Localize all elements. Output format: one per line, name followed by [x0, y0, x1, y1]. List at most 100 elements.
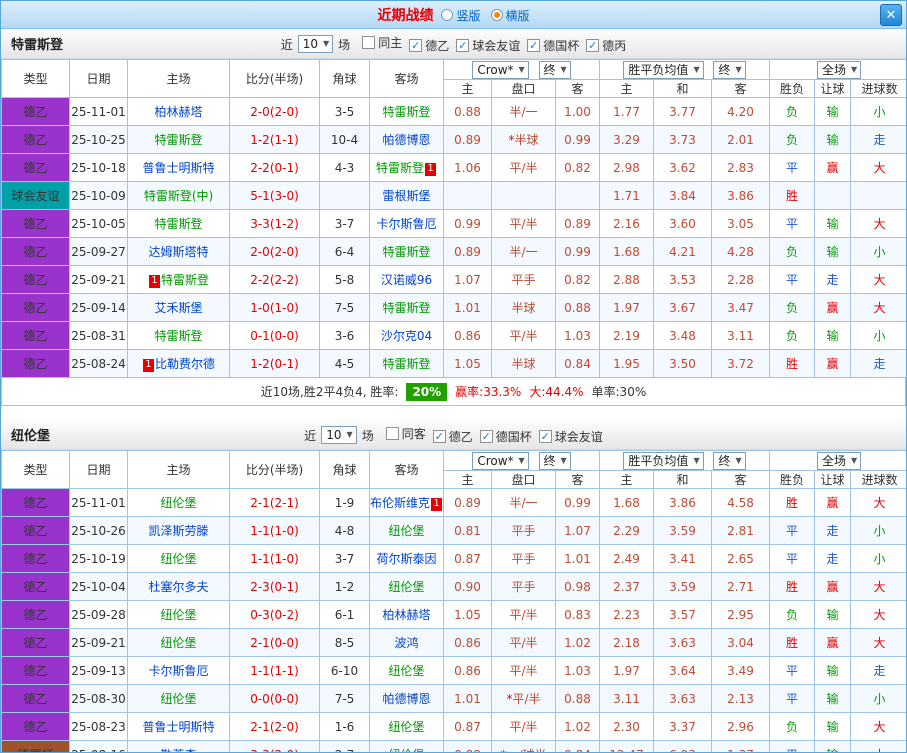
away-team-name[interactable]: 沙尔克04 [381, 329, 432, 343]
avg-odds-select[interactable]: 胜平负均值 ▼ [623, 451, 704, 470]
avg-home-cell: 2.19 [599, 321, 654, 350]
away-team-name[interactable]: 纽伦堡 [388, 720, 424, 734]
away-team-name[interactable]: 帕德博恩 [382, 692, 430, 706]
away-team-name[interactable]: 纽伦堡 [388, 524, 424, 538]
filter-checkbox[interactable]: ✓ 球会友谊 [538, 428, 603, 445]
score-cell: 2-2(2-2) [229, 265, 320, 294]
home-team-name[interactable]: 特雷斯登 [154, 133, 202, 147]
match-row: 德乙 25-09-14 艾禾斯堡 1-0(1-0) 7-5 特雷斯登 1.01 半球 0.88 1… [1, 293, 906, 322]
away-team-name[interactable]: 纽伦堡 [388, 580, 424, 594]
filter-checkbox[interactable]: ✓ 德丙 [586, 37, 626, 54]
home-team-name[interactable]: 纽伦堡 [160, 608, 196, 622]
window-title: 近期战绩 [377, 8, 434, 24]
final-odds-select[interactable]: 终 ▼ [713, 451, 746, 470]
home-team-name[interactable]: 普鲁士明斯特 [142, 161, 214, 175]
layout-radio[interactable]: 横版 [490, 7, 530, 24]
match-count-select[interactable]: 10 ▼ [297, 35, 334, 53]
avg-away-cell: 2.95 [710, 600, 771, 629]
close-button[interactable]: ✕ [880, 4, 902, 26]
layout-radio[interactable]: 竖版 [441, 7, 481, 24]
odds-home-cell: 0.89 [443, 488, 492, 517]
home-team-name[interactable]: 柏林赫塔 [154, 105, 202, 119]
avg-away-cell: 2.28 [710, 265, 771, 294]
filter-checkbox[interactable]: ✓ 德乙 [432, 428, 473, 445]
result-handicap-cell: 赢 [814, 349, 852, 378]
full-match-select[interactable]: 全场 ▼ [816, 451, 862, 470]
home-team-name[interactable]: 艾禾斯堡 [154, 301, 202, 315]
home-team-cell: 纽伦堡 [127, 488, 230, 517]
match-count-select[interactable]: 10 ▼ [321, 426, 357, 444]
home-team-name[interactable]: 纽伦堡 [160, 496, 196, 510]
away-team-name[interactable]: 卡尔斯鲁厄 [376, 217, 436, 231]
home-team-name[interactable]: 杜塞尔多夫 [148, 580, 208, 594]
result-outcome-cell: 负 [769, 125, 816, 154]
odds-company-select[interactable]: Crow* ▼ [472, 451, 529, 470]
away-team-name[interactable]: 雷根斯堡 [382, 189, 430, 203]
away-team-name[interactable]: 特雷斯登 [382, 105, 430, 119]
away-team-name[interactable]: 纽伦堡 [388, 664, 424, 678]
checkbox-label: 同主 [378, 36, 403, 50]
home-team-name[interactable]: 特雷斯登 [154, 329, 202, 343]
home-team-name[interactable]: 特雷斯登 [154, 217, 202, 231]
result-outcome-cell: 负 [769, 97, 816, 126]
away-team-name[interactable]: 布伦斯维克 [371, 496, 431, 510]
home-team-name[interactable]: 达姆斯塔特 [148, 245, 208, 259]
result-group-header: 全场 ▼ [769, 450, 906, 471]
match-row: 球会友谊 25-10-09 特雷斯登(中) 5-1(3-0) 雷根斯堡 1.71 3.84 3… [1, 181, 906, 210]
filter-checkbox[interactable]: 同主 [362, 34, 402, 51]
home-team-name[interactable]: 勒蒂森 [160, 748, 196, 752]
avg-draw-cell: 3.64 [653, 656, 712, 685]
filter-checkbox[interactable]: ✓ 德国杯 [527, 37, 579, 54]
corner-cell: 2-7 [319, 740, 370, 752]
avg-odds-select[interactable]: 胜平负均值 ▼ [623, 60, 704, 79]
final-odds-select[interactable]: 终 ▼ [713, 60, 746, 79]
home-team-name[interactable]: 纽伦堡 [160, 552, 196, 566]
home-team-name[interactable]: 纽伦堡 [160, 636, 196, 650]
home-team-name[interactable]: 凯泽斯劳滕 [148, 524, 208, 538]
filter-checkbox[interactable]: ✓ 德国杯 [479, 428, 532, 445]
home-team-name[interactable]: 普鲁士明斯特 [142, 720, 214, 734]
away-team-name[interactable]: 特雷斯登 [382, 357, 430, 371]
red-card-badge: 1 [142, 358, 154, 372]
away-team-name[interactable]: 特雷斯登 [382, 245, 430, 259]
odds-away-cell: 0.82 [555, 265, 600, 294]
filter-checkbox[interactable]: ✓ 球会友谊 [456, 37, 520, 54]
subcol-outcome: 胜负 [769, 470, 816, 489]
filter-recent-label: 近 [304, 428, 317, 443]
filter-checkbox[interactable]: 同客 [385, 425, 426, 442]
away-team-name[interactable]: 帕德博恩 [382, 133, 430, 147]
handicap-cell: 半/一 [491, 488, 556, 517]
league-type-cell: 德乙 [1, 572, 70, 601]
avg-away-cell: 3.86 [710, 181, 771, 210]
home-team-name[interactable]: 比勒费尔德 [155, 357, 215, 371]
final-odds-select[interactable]: 终 ▼ [538, 60, 571, 79]
final-odds-value: 终 [543, 453, 556, 468]
away-team-name[interactable]: 荷尔斯泰因 [376, 552, 436, 566]
home-team-name[interactable]: 特雷斯登(中) [144, 189, 213, 203]
corner-cell: 8-5 [319, 628, 370, 657]
home-team-name[interactable]: 纽伦堡 [160, 692, 196, 706]
match-row: 德乙 25-08-24 1 比勒费尔德 1-2(0-1) 4-5 特雷斯登 1.05 半球 0.8… [1, 349, 906, 378]
match-date-cell: 25-10-09 [69, 181, 128, 210]
score-cell: 2-3(0-1) [229, 572, 320, 601]
away-team-name[interactable]: 特雷斯登 [382, 301, 430, 315]
away-team-name[interactable]: 特雷斯登 [376, 161, 424, 175]
full-match-select[interactable]: 全场 ▼ [816, 60, 862, 79]
away-team-name[interactable]: 纽伦堡 [388, 748, 424, 752]
league-type-cell: 德乙 [1, 293, 70, 322]
subcol-avg-draw: 和 [653, 79, 712, 98]
filter-checkbox[interactable]: ✓ 德乙 [409, 37, 449, 54]
odds-company-select[interactable]: Crow* ▼ [472, 60, 529, 79]
avg-home-cell: 1.95 [599, 349, 654, 378]
home-team-name[interactable]: 卡尔斯鲁厄 [148, 664, 208, 678]
recent-results-window: 近期战绩 竖版 横版 ✕ 特雷斯登 近 10 ▼ 场 同主 ✓ 德乙 ✓ 球会友谊 ✓ 德国杯… [0, 0, 907, 753]
odds-company-value: Crow* [477, 453, 514, 468]
away-team-cell: 纽伦堡 [369, 516, 444, 545]
away-team-name[interactable]: 汉诺威96 [381, 273, 432, 287]
away-team-name[interactable]: 波鸿 [394, 636, 418, 650]
filter-checkboxes: 同客 ✓ 德乙 ✓ 德国杯 ✓ 球会友谊 [379, 425, 603, 445]
away-team-name[interactable]: 柏林赫塔 [382, 608, 430, 622]
final-odds-select[interactable]: 终 ▼ [538, 451, 571, 470]
home-team-name[interactable]: 特雷斯登 [161, 273, 209, 287]
league-type-cell: 德乙 [1, 265, 70, 294]
